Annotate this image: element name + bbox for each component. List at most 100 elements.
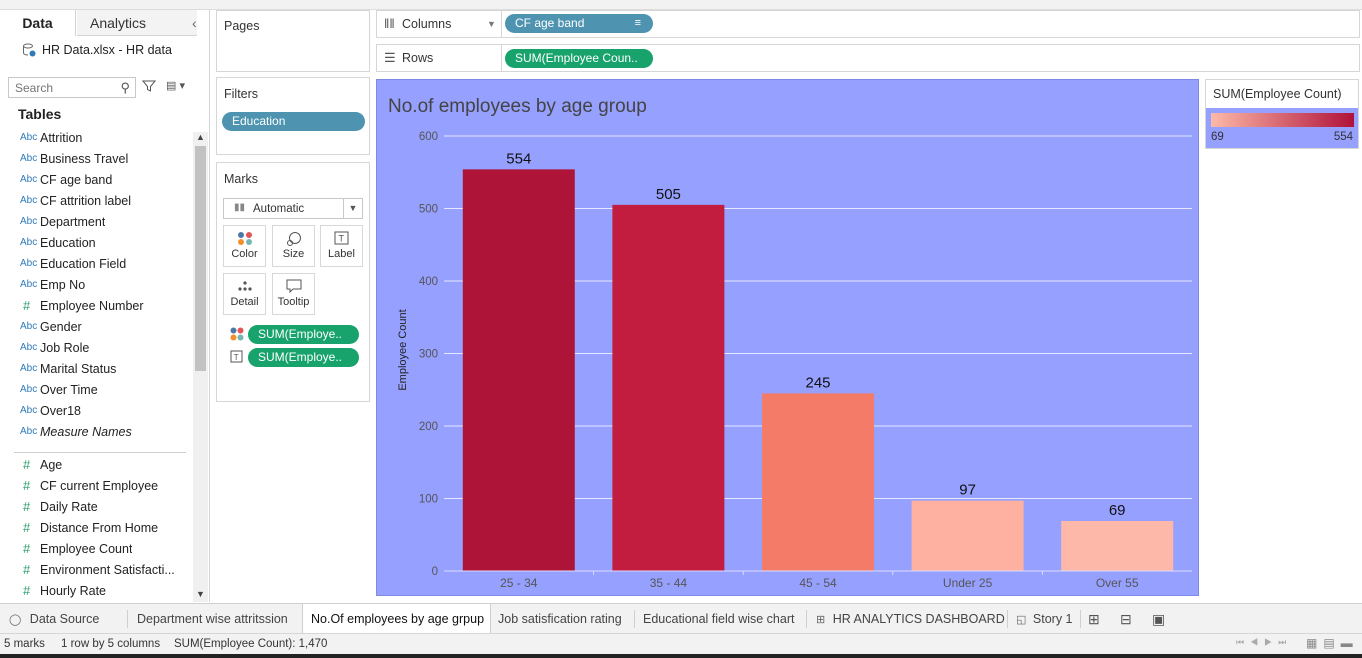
story-icon: ◱ <box>1016 614 1027 626</box>
field-label: Age <box>40 457 63 472</box>
scroll-down-icon[interactable]: ▼ <box>196 589 205 599</box>
new-worksheet-icon[interactable]: ⊞ <box>1088 604 1110 634</box>
filters-shelf[interactable]: Filters Education <box>216 77 370 155</box>
tooltip-button[interactable]: Tooltip <box>272 273 315 315</box>
tab-employees-by-age-group[interactable]: No.Of employees by age grpup <box>302 604 491 634</box>
field-label: Business Travel <box>40 151 129 166</box>
sort-icon[interactable]: ≡ <box>635 14 641 33</box>
measure-field[interactable]: # Environment Satisfacti... <box>0 559 190 580</box>
size-icon <box>273 226 314 248</box>
tab-data-source[interactable]: ◯ Data Source <box>0 604 127 634</box>
tab-job-satisfaction-rating[interactable]: Job satisfication rating <box>491 604 634 634</box>
new-story-icon[interactable]: ▣ <box>1152 604 1174 634</box>
collapse-pane-icon[interactable]: ‹ <box>192 10 209 36</box>
measure-field[interactable]: # Daily Rate <box>0 496 190 517</box>
y-tick-label: 300 <box>419 349 438 361</box>
search-box[interactable]: ⚲ <box>8 77 136 98</box>
dimension-field[interactable]: # Employee Number <box>0 295 190 316</box>
rows-pill-sum-employee-count[interactable]: SUM(Employee Coun.. <box>505 49 653 68</box>
color-mark-pill[interactable]: SUM(Employe.. <box>248 325 359 344</box>
tab-hr-analytics-dashboard[interactable]: ⊞ HR ANALYTICS DASHBOARD <box>807 604 1007 634</box>
string-type-icon: Abc <box>20 384 38 395</box>
bar[interactable] <box>462 169 575 571</box>
sheet-navigation-icons[interactable]: ⏮◀▶⏭ <box>1236 637 1292 648</box>
scroll-up-icon[interactable]: ▲ <box>196 132 205 142</box>
new-dashboard-icon[interactable]: ⊟ <box>1120 604 1142 634</box>
measure-field[interactable]: # Age <box>0 454 190 475</box>
detail-button[interactable]: Detail <box>223 273 266 315</box>
field-label: CF current Employee <box>40 478 159 493</box>
dimension-field[interactable]: Abc Job Role <box>0 337 190 358</box>
dimension-field[interactable]: Abc Over Time <box>0 379 190 400</box>
chevron-down-icon[interactable]: ▼ <box>343 199 362 218</box>
field-label: Department <box>40 214 106 229</box>
field-label: Employee Number <box>40 298 144 313</box>
dimension-field[interactable]: Abc Education <box>0 232 190 253</box>
columns-icon: ‖‖ <box>384 16 395 31</box>
string-type-icon: Abc <box>20 237 38 248</box>
tab-data[interactable]: Data <box>0 10 76 36</box>
dimension-field[interactable]: Abc Attrition <box>0 127 190 148</box>
data-label: 245 <box>805 374 830 391</box>
string-type-icon: Abc <box>20 279 38 290</box>
view-options-icon[interactable]: ▤ ▾ <box>166 79 194 93</box>
scrollbar-thumb[interactable] <box>195 146 206 371</box>
columns-shelf[interactable]: ‖‖ Columns ▼ CF age band ≡ <box>376 10 1360 38</box>
color-button[interactable]: Color <box>223 225 266 267</box>
measure-field[interactable]: # Distance From Home <box>0 517 190 538</box>
mark-type-dropdown[interactable]: ▮▮ Automatic ▼ <box>223 198 363 219</box>
dimension-field[interactable]: Abc CF age band <box>0 169 190 190</box>
dimension-field[interactable]: Abc Gender <box>0 316 190 337</box>
rows-shelf[interactable]: ☰ Rows SUM(Employee Coun.. <box>376 44 1360 72</box>
bar-chart[interactable]: No.of employees by age group Employee Co… <box>377 80 1200 597</box>
tab-educational-field-chart[interactable]: Educational field wise chart <box>635 604 806 634</box>
dimension-field[interactable]: Abc Department <box>0 211 190 232</box>
bar[interactable] <box>1061 520 1174 571</box>
columns-pill-cf-age-band[interactable]: CF age band ≡ <box>505 14 653 33</box>
scrollbar[interactable]: ▲ ▼ <box>193 132 208 602</box>
datasource-name[interactable]: HR Data.xlsx - HR data <box>42 43 172 57</box>
dimension-field[interactable]: Abc Business Travel <box>0 148 190 169</box>
pages-label: Pages <box>224 19 260 33</box>
tab-analytics[interactable]: Analytics <box>77 10 197 36</box>
legend-min: 69 <box>1211 131 1224 143</box>
bar[interactable] <box>612 204 725 571</box>
tab-department-wise-attrition[interactable]: Department wise attritssion <box>128 604 302 634</box>
field-label: Measure Names <box>40 424 132 439</box>
pages-shelf[interactable]: Pages <box>216 10 370 72</box>
size-button[interactable]: Size <box>272 225 315 267</box>
bar[interactable] <box>762 393 874 571</box>
tab-story-1[interactable]: ◱ Story 1 <box>1008 604 1080 634</box>
rows-icon: ☰ <box>384 50 396 65</box>
measure-field[interactable]: # Employee Count <box>0 538 190 559</box>
field-label: Over Time <box>40 382 98 397</box>
bars[interactable] <box>462 169 1174 571</box>
y-tick-label: 600 <box>419 131 438 143</box>
dimension-field[interactable]: Abc Over18 <box>0 400 190 421</box>
filter-pill-education[interactable]: Education <box>222 112 365 131</box>
dimension-field[interactable]: Abc Marital Status <box>0 358 190 379</box>
dimension-field[interactable]: Abc Measure Names <box>0 421 190 442</box>
label-mark-pill[interactable]: SUM(Employe.. <box>248 348 359 367</box>
dimension-field[interactable]: Abc Education Field <box>0 253 190 274</box>
legend-max: 554 <box>1333 131 1353 143</box>
dimension-field[interactable]: Abc CF attrition label <box>0 190 190 211</box>
chart-view[interactable]: No.of employees by age group Employee Co… <box>376 79 1199 596</box>
filter-icon[interactable] <box>141 79 157 93</box>
measure-field[interactable]: # CF current Employee <box>0 475 190 496</box>
y-tick-label: 200 <box>419 421 438 433</box>
label-button[interactable]: T Label <box>320 225 363 267</box>
field-label: Over18 <box>40 403 81 418</box>
color-legend[interactable]: SUM(Employee Count) 69 554 <box>1205 79 1359 149</box>
columns-dropdown-icon[interactable]: ▼ <box>487 19 496 29</box>
tooltip-icon <box>273 274 314 296</box>
label-icon: T <box>321 226 362 248</box>
measure-field[interactable]: # Hourly Rate <box>0 580 190 601</box>
view-mode-icons[interactable]: ▦▤▬ <box>1306 636 1359 650</box>
search-input[interactable] <box>9 78 109 97</box>
bar[interactable] <box>911 500 1024 571</box>
number-type-icon: # <box>23 541 31 556</box>
datasource-icon <box>22 43 36 57</box>
legend-color-ramp <box>1211 113 1354 127</box>
dimension-field[interactable]: Abc Emp No <box>0 274 190 295</box>
